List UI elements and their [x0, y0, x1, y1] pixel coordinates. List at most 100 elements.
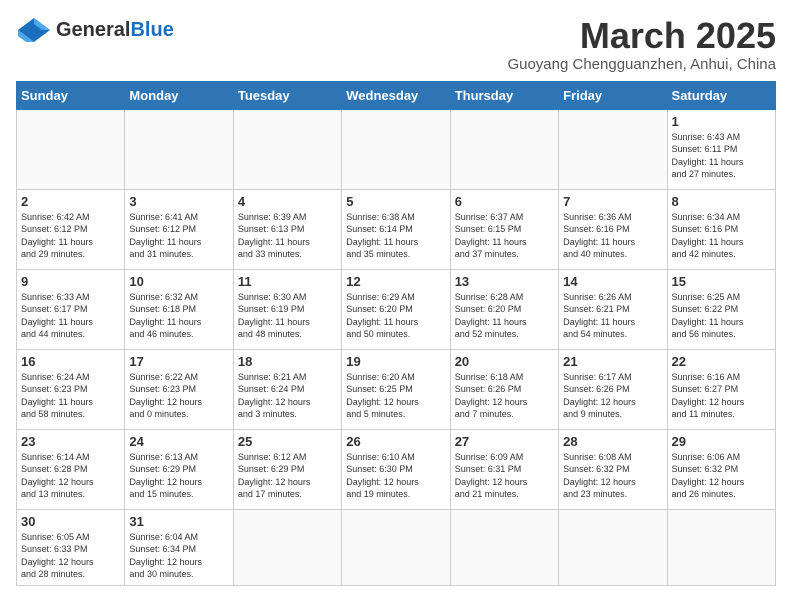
cell-w0-d1 — [125, 109, 233, 189]
day-number: 12 — [346, 274, 445, 289]
day-info: Sunrise: 6:08 AMSunset: 6:32 PMDaylight:… — [563, 451, 662, 501]
day-number: 27 — [455, 434, 554, 449]
week-row-1: 2 Sunrise: 6:42 AMSunset: 6:12 PMDaylight… — [17, 189, 776, 269]
day-number: 22 — [672, 354, 771, 369]
cell-w5-d6 — [667, 509, 775, 585]
day-number: 17 — [129, 354, 228, 369]
month-title: March 2025 — [507, 16, 776, 56]
logo-icon — [16, 16, 52, 44]
day-number: 13 — [455, 274, 554, 289]
day-info: Sunrise: 6:22 AMSunset: 6:23 PMDaylight:… — [129, 371, 228, 421]
day-info: Sunrise: 6:14 AMSunset: 6:28 PMDaylight:… — [21, 451, 120, 501]
day-info: Sunrise: 6:21 AMSunset: 6:24 PMDaylight:… — [238, 371, 337, 421]
day-info: Sunrise: 6:34 AMSunset: 6:16 PMDaylight:… — [672, 211, 771, 261]
cell-w0-d3 — [342, 109, 450, 189]
day-number: 10 — [129, 274, 228, 289]
day-number: 7 — [563, 194, 662, 209]
cell-w3-d6: 22 Sunrise: 6:16 AMSunset: 6:27 PMDayligh… — [667, 349, 775, 429]
cell-w2-d4: 13 Sunrise: 6:28 AMSunset: 6:20 PMDayligh… — [450, 269, 558, 349]
header: GeneralBlue March 2025 Guoyang Chengguan… — [16, 16, 776, 73]
day-info: Sunrise: 6:33 AMSunset: 6:17 PMDaylight:… — [21, 291, 120, 341]
day-number: 31 — [129, 514, 228, 529]
day-info: Sunrise: 6:37 AMSunset: 6:15 PMDaylight:… — [455, 211, 554, 261]
cell-w3-d0: 16 Sunrise: 6:24 AMSunset: 6:23 PMDayligh… — [17, 349, 125, 429]
day-number: 1 — [672, 114, 771, 129]
day-number: 5 — [346, 194, 445, 209]
day-info: Sunrise: 6:43 AMSunset: 6:11 PMDaylight:… — [672, 131, 771, 181]
week-row-5: 30 Sunrise: 6:05 AMSunset: 6:33 PMDayligh… — [17, 509, 776, 585]
day-info: Sunrise: 6:42 AMSunset: 6:12 PMDaylight:… — [21, 211, 120, 261]
header-wednesday: Wednesday — [342, 81, 450, 109]
day-info: Sunrise: 6:25 AMSunset: 6:22 PMDaylight:… — [672, 291, 771, 341]
cell-w4-d0: 23 Sunrise: 6:14 AMSunset: 6:28 PMDayligh… — [17, 429, 125, 509]
day-info: Sunrise: 6:05 AMSunset: 6:33 PMDaylight:… — [21, 531, 120, 581]
day-info: Sunrise: 6:09 AMSunset: 6:31 PMDaylight:… — [455, 451, 554, 501]
cell-w5-d0: 30 Sunrise: 6:05 AMSunset: 6:33 PMDayligh… — [17, 509, 125, 585]
cell-w4-d1: 24 Sunrise: 6:13 AMSunset: 6:29 PMDayligh… — [125, 429, 233, 509]
cell-w2-d5: 14Sunrise: 6:26 AMSunset: 6:21 PMDayligh… — [559, 269, 667, 349]
day-info: Sunrise: 6:36 AMSunset: 6:16 PMDaylight:… — [563, 211, 662, 261]
day-info: Sunrise: 6:06 AMSunset: 6:32 PMDaylight:… — [672, 451, 771, 501]
cell-w0-d5 — [559, 109, 667, 189]
week-row-0: 1 Sunrise: 6:43 AMSunset: 6:11 PMDaylight… — [17, 109, 776, 189]
logo-general: General — [56, 19, 130, 41]
day-number: 3 — [129, 194, 228, 209]
day-info: Sunrise: 6:13 AMSunset: 6:29 PMDaylight:… — [129, 451, 228, 501]
logo-text: GeneralBlue — [56, 19, 174, 42]
day-info: Sunrise: 6:17 AMSunset: 6:26 PMDaylight:… — [563, 371, 662, 421]
day-info: Sunrise: 6:39 AMSunset: 6:13 PMDaylight:… — [238, 211, 337, 261]
day-number: 4 — [238, 194, 337, 209]
day-info: Sunrise: 6:24 AMSunset: 6:23 PMDaylight:… — [21, 371, 120, 421]
day-number: 28 — [563, 434, 662, 449]
cell-w0-d2 — [233, 109, 341, 189]
week-row-2: 9Sunrise: 6:33 AMSunset: 6:17 PMDaylight… — [17, 269, 776, 349]
cell-w1-d5: 7 Sunrise: 6:36 AMSunset: 6:16 PMDaylight… — [559, 189, 667, 269]
logo-blue: Blue — [130, 19, 173, 41]
day-number: 23 — [21, 434, 120, 449]
header-monday: Monday — [125, 81, 233, 109]
cell-w3-d1: 17 Sunrise: 6:22 AMSunset: 6:23 PMDayligh… — [125, 349, 233, 429]
cell-w1-d0: 2 Sunrise: 6:42 AMSunset: 6:12 PMDaylight… — [17, 189, 125, 269]
day-number: 20 — [455, 354, 554, 369]
header-tuesday: Tuesday — [233, 81, 341, 109]
cell-w2-d6: 15 Sunrise: 6:25 AMSunset: 6:22 PMDayligh… — [667, 269, 775, 349]
day-info: Sunrise: 6:32 AMSunset: 6:18 PMDaylight:… — [129, 291, 228, 341]
cell-w1-d3: 5 Sunrise: 6:38 AMSunset: 6:14 PMDaylight… — [342, 189, 450, 269]
page-container: GeneralBlue March 2025 Guoyang Chengguan… — [16, 16, 776, 586]
cell-w4-d3: 26Sunrise: 6:10 AMSunset: 6:30 PMDayligh… — [342, 429, 450, 509]
day-number: 18 — [238, 354, 337, 369]
cell-w5-d3 — [342, 509, 450, 585]
cell-w0-d6: 1 Sunrise: 6:43 AMSunset: 6:11 PMDaylight… — [667, 109, 775, 189]
day-number: 14 — [563, 274, 662, 289]
day-number: 24 — [129, 434, 228, 449]
cell-w3-d4: 20 Sunrise: 6:18 AMSunset: 6:26 PMDayligh… — [450, 349, 558, 429]
header-saturday: Saturday — [667, 81, 775, 109]
logo: GeneralBlue — [16, 16, 174, 44]
cell-w5-d1: 31Sunrise: 6:04 AMSunset: 6:34 PMDayligh… — [125, 509, 233, 585]
day-info: Sunrise: 6:16 AMSunset: 6:27 PMDaylight:… — [672, 371, 771, 421]
day-number: 29 — [672, 434, 771, 449]
subtitle: Guoyang Chengguanzhen, Anhui, China — [507, 56, 776, 73]
day-info: Sunrise: 6:18 AMSunset: 6:26 PMDaylight:… — [455, 371, 554, 421]
days-header-row: Sunday Monday Tuesday Wednesday Thursday… — [17, 81, 776, 109]
cell-w5-d2 — [233, 509, 341, 585]
day-number: 2 — [21, 194, 120, 209]
day-number: 16 — [21, 354, 120, 369]
header-friday: Friday — [559, 81, 667, 109]
day-info: Sunrise: 6:38 AMSunset: 6:14 PMDaylight:… — [346, 211, 445, 261]
cell-w4-d5: 28 Sunrise: 6:08 AMSunset: 6:32 PMDayligh… — [559, 429, 667, 509]
cell-w4-d4: 27 Sunrise: 6:09 AMSunset: 6:31 PMDayligh… — [450, 429, 558, 509]
week-row-4: 23 Sunrise: 6:14 AMSunset: 6:28 PMDayligh… — [17, 429, 776, 509]
day-info: Sunrise: 6:28 AMSunset: 6:20 PMDaylight:… — [455, 291, 554, 341]
day-number: 19 — [346, 354, 445, 369]
cell-w1-d2: 4 Sunrise: 6:39 AMSunset: 6:13 PMDaylight… — [233, 189, 341, 269]
header-thursday: Thursday — [450, 81, 558, 109]
cell-w0-d0 — [17, 109, 125, 189]
day-number: 15 — [672, 274, 771, 289]
cell-w3-d3: 19 Sunrise: 6:20 AMSunset: 6:25 PMDayligh… — [342, 349, 450, 429]
cell-w5-d4 — [450, 509, 558, 585]
day-number: 30 — [21, 514, 120, 529]
day-info: Sunrise: 6:10 AMSunset: 6:30 PMDaylight:… — [346, 451, 445, 501]
day-info: Sunrise: 6:20 AMSunset: 6:25 PMDaylight:… — [346, 371, 445, 421]
day-number: 21 — [563, 354, 662, 369]
